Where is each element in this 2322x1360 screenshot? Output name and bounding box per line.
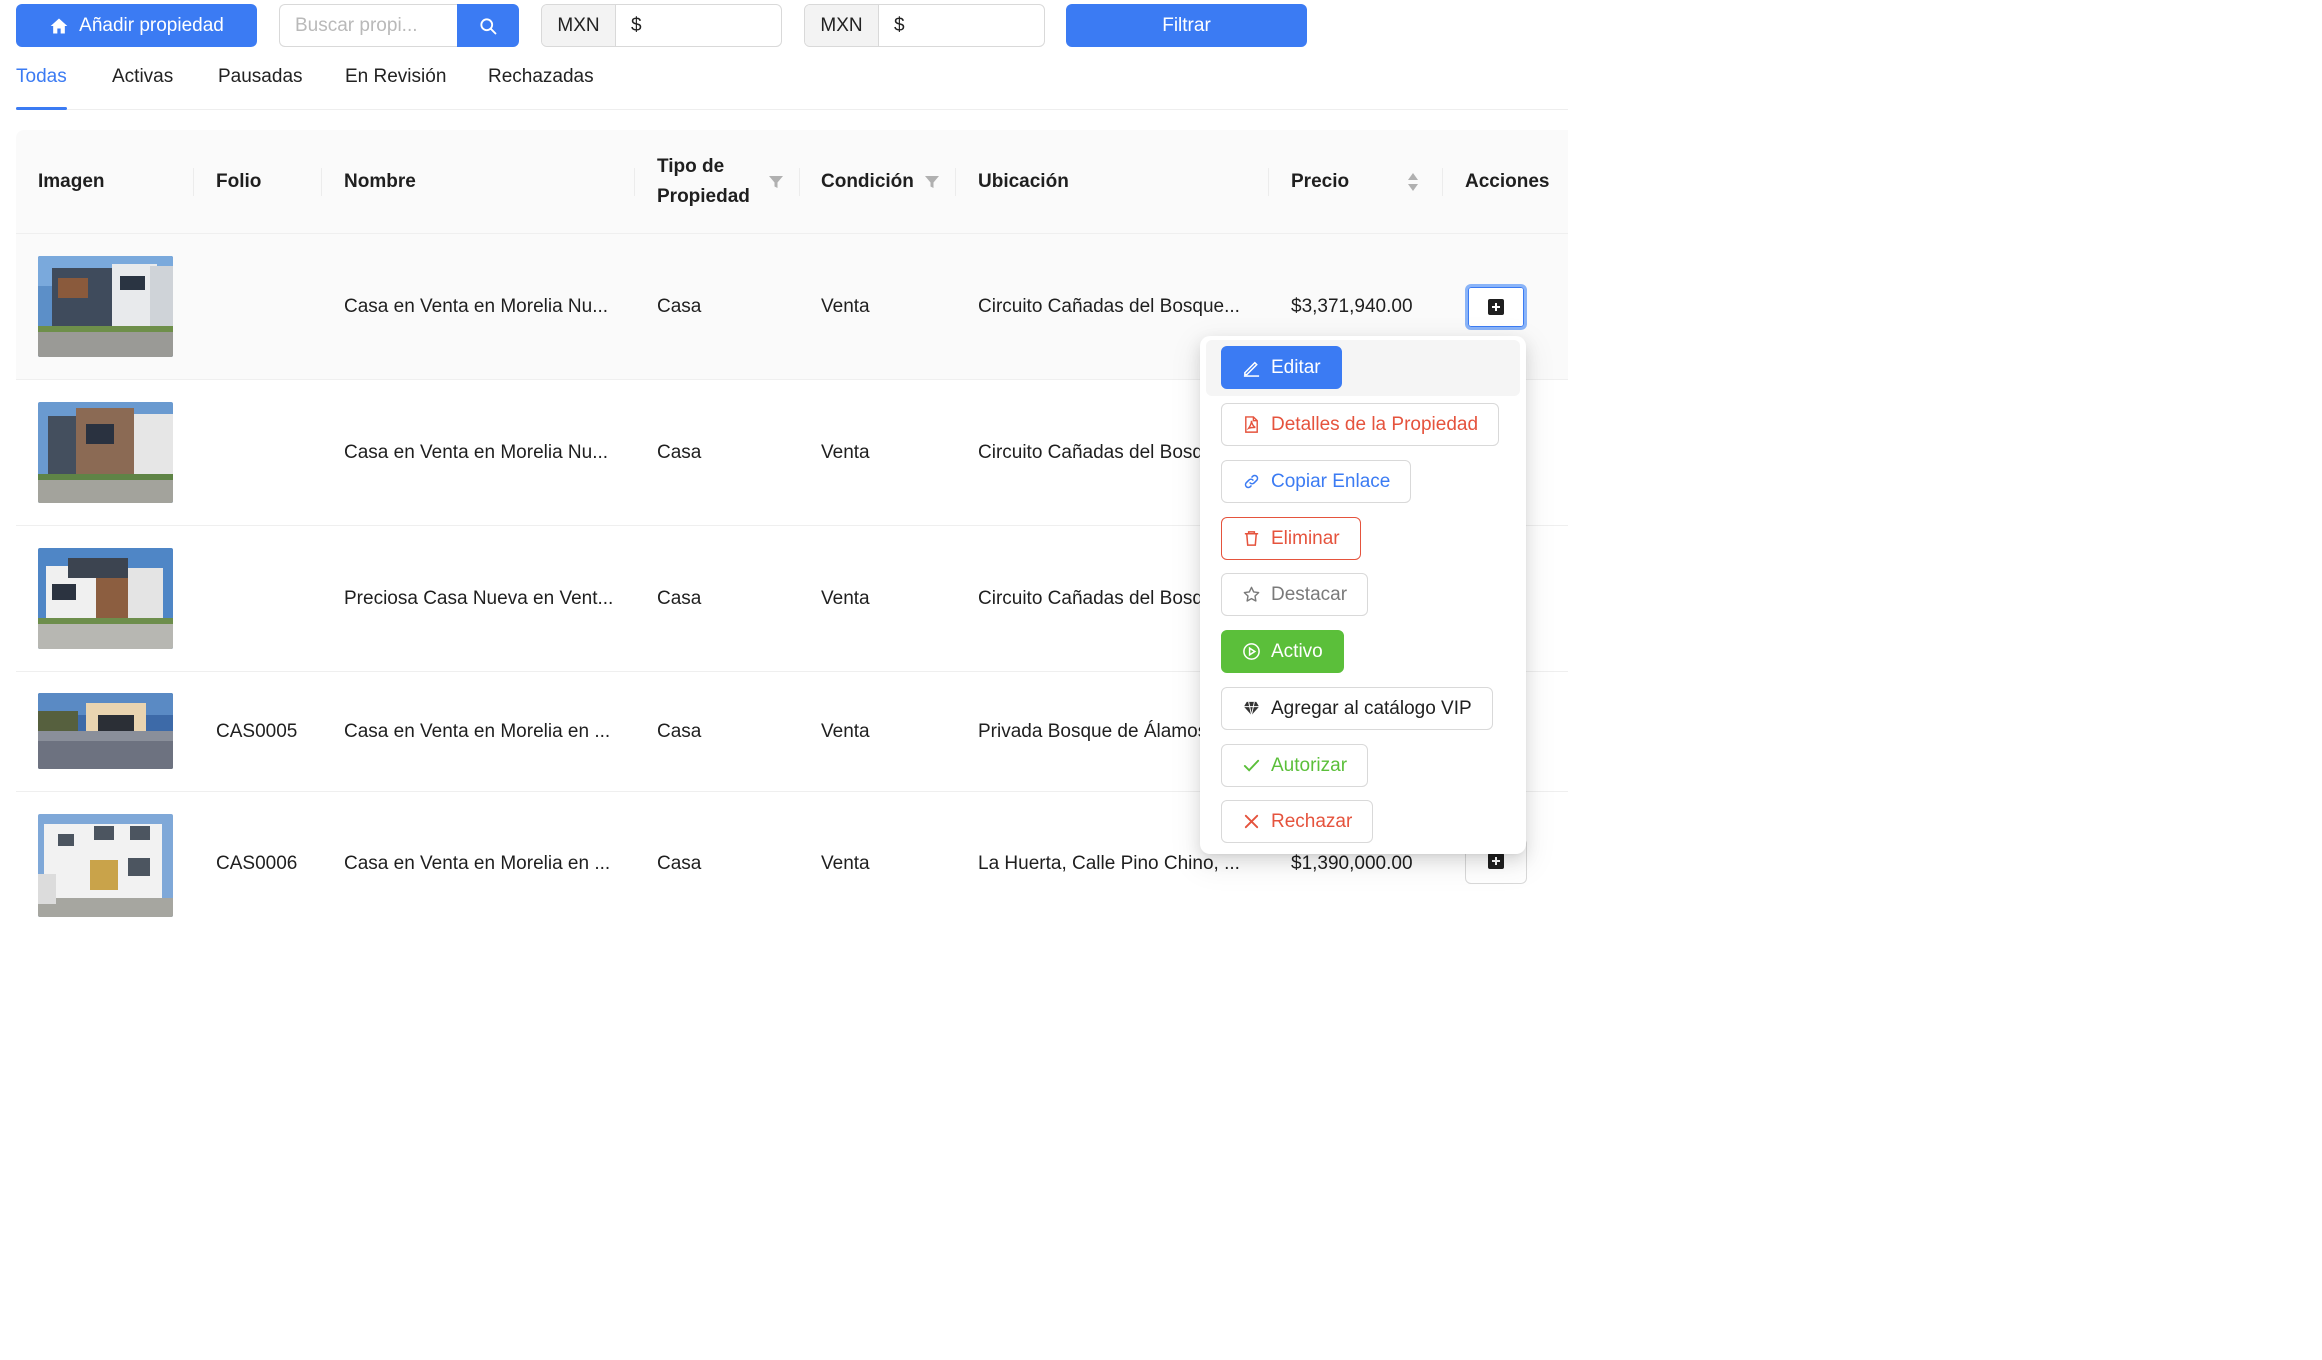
column-header-precio: Precio <box>1291 171 1350 192</box>
add-property-button[interactable]: Añadir propiedad <box>16 4 257 47</box>
property-photo <box>38 814 173 917</box>
check-icon <box>1243 759 1260 772</box>
column-divider <box>193 168 194 196</box>
diamond-icon <box>1243 701 1260 716</box>
column-divider <box>634 168 635 196</box>
property-photo <box>38 693 173 769</box>
property-type: Casa <box>657 721 702 742</box>
search-button[interactable] <box>457 4 519 47</box>
add-property-label: Añadir propiedad <box>79 14 224 36</box>
authorize-label: Autorizar <box>1271 754 1348 776</box>
property-details-label: Detalles de la Propiedad <box>1271 413 1479 435</box>
property-location: Circuito Cañadas del Bosque... <box>978 296 1240 317</box>
property-type: Casa <box>657 853 702 874</box>
property-name: Casa en Venta en Morelia en ... <box>344 853 611 874</box>
column-divider <box>955 168 956 196</box>
property-price: $1,390,000.00 <box>1291 853 1413 874</box>
property-price: $3,371,940.00 <box>1291 296 1413 317</box>
actions-dropdown-menu: Editar Detalles de la Propiedad Copiar E… <box>1200 336 1526 854</box>
property-name: Casa en Venta en Morelia Nu... <box>344 296 609 317</box>
max-price-field[interactable]: MXN $ <box>804 4 1045 47</box>
tab-pausadas[interactable]: Pausadas <box>218 66 303 110</box>
home-icon <box>50 18 68 33</box>
property-name: Casa en Venta en Morelia en ... <box>344 721 611 742</box>
delete-button[interactable]: Eliminar <box>1221 517 1361 560</box>
column-header-ubicacion: Ubicación <box>978 171 1069 192</box>
link-icon <box>1244 474 1259 489</box>
column-header-condicion: Condición <box>821 171 914 192</box>
plus-square-icon <box>1488 299 1504 315</box>
property-name: Preciosa Casa Nueva en Vent... <box>344 588 614 609</box>
close-icon <box>1244 814 1259 829</box>
search-group <box>279 4 519 47</box>
min-price-input[interactable]: $ <box>616 5 781 46</box>
feature-button[interactable]: Destacar <box>1221 573 1369 616</box>
min-currency-addon: MXN <box>542 5 616 46</box>
trash-icon <box>1244 531 1259 546</box>
plus-square-icon <box>1488 853 1504 869</box>
add-to-vip-catalog-button[interactable]: Agregar al catálogo VIP <box>1221 687 1493 730</box>
edit-label: Editar <box>1271 356 1321 378</box>
tab-rechazadas[interactable]: Rechazadas <box>488 66 594 110</box>
active-status-button[interactable]: Activo <box>1221 630 1344 673</box>
property-condition: Venta <box>821 721 870 742</box>
min-price-field[interactable]: MXN $ <box>541 4 782 47</box>
feature-label: Destacar <box>1271 583 1348 605</box>
tab-todas[interactable]: Todas <box>16 66 67 110</box>
active-status-label: Activo <box>1271 640 1323 662</box>
column-header-tipo: Tipo de Propiedad <box>657 156 750 207</box>
property-condition: Venta <box>821 588 870 609</box>
property-folio: CAS0005 <box>216 721 298 742</box>
property-condition: Venta <box>821 853 870 874</box>
play-circle-icon <box>1243 643 1260 660</box>
table-header: Imagen Folio Nombre Tipo de Propiedad Co… <box>16 130 1568 234</box>
property-location: Privada Bosque de Álamos... <box>978 721 1224 742</box>
max-price-input[interactable]: $ <box>879 5 1044 46</box>
toolbar: Añadir propiedad MXN $ MXN $ Filtrar <box>16 4 1316 48</box>
column-header-acciones: Acciones <box>1465 171 1550 192</box>
filter-icon[interactable] <box>924 174 940 190</box>
row-actions-button[interactable] <box>1465 284 1527 330</box>
property-photo <box>38 548 173 649</box>
sort-icon[interactable] <box>1407 171 1419 193</box>
column-divider <box>799 168 800 196</box>
max-currency-addon: MXN <box>805 5 879 46</box>
property-photo <box>38 256 173 357</box>
delete-label: Eliminar <box>1271 527 1340 549</box>
reject-label: Rechazar <box>1271 810 1353 832</box>
tab-en-revision[interactable]: En Revisión <box>345 66 446 110</box>
property-name: Casa en Venta en Morelia Nu... <box>344 442 609 463</box>
column-divider <box>321 168 322 196</box>
filter-button[interactable]: Filtrar <box>1066 4 1307 47</box>
property-photo <box>38 402 173 503</box>
reject-button[interactable]: Rechazar <box>1221 800 1374 843</box>
property-type: Casa <box>657 588 702 609</box>
search-input[interactable] <box>279 4 457 47</box>
column-divider <box>1268 168 1269 196</box>
column-header-nombre: Nombre <box>344 171 416 192</box>
pdf-file-icon <box>1245 416 1258 433</box>
property-type: Casa <box>657 296 702 317</box>
column-header-folio: Folio <box>216 171 262 192</box>
tab-activas[interactable]: Activas <box>112 66 173 110</box>
property-folio: CAS0006 <box>216 853 298 874</box>
search-icon <box>480 17 497 34</box>
filter-icon[interactable] <box>768 174 784 190</box>
property-condition: Venta <box>821 442 870 463</box>
column-header-imagen: Imagen <box>38 171 105 192</box>
edit-button[interactable]: Editar <box>1221 346 1342 389</box>
column-divider <box>1442 168 1443 196</box>
property-condition: Venta <box>821 296 870 317</box>
star-icon <box>1243 586 1260 602</box>
authorize-button[interactable]: Autorizar <box>1221 744 1369 787</box>
property-details-button[interactable]: Detalles de la Propiedad <box>1221 403 1500 446</box>
copy-link-label: Copiar Enlace <box>1271 470 1391 492</box>
property-location: La Huerta, Calle Pino Chino, ... <box>978 853 1240 874</box>
status-tabs: Todas Activas Pausadas En Revisión Recha… <box>16 62 1568 110</box>
edit-icon <box>1243 361 1260 377</box>
property-type: Casa <box>657 442 702 463</box>
add-to-vip-catalog-label: Agregar al catálogo VIP <box>1271 697 1472 719</box>
copy-link-button[interactable]: Copiar Enlace <box>1221 460 1412 503</box>
